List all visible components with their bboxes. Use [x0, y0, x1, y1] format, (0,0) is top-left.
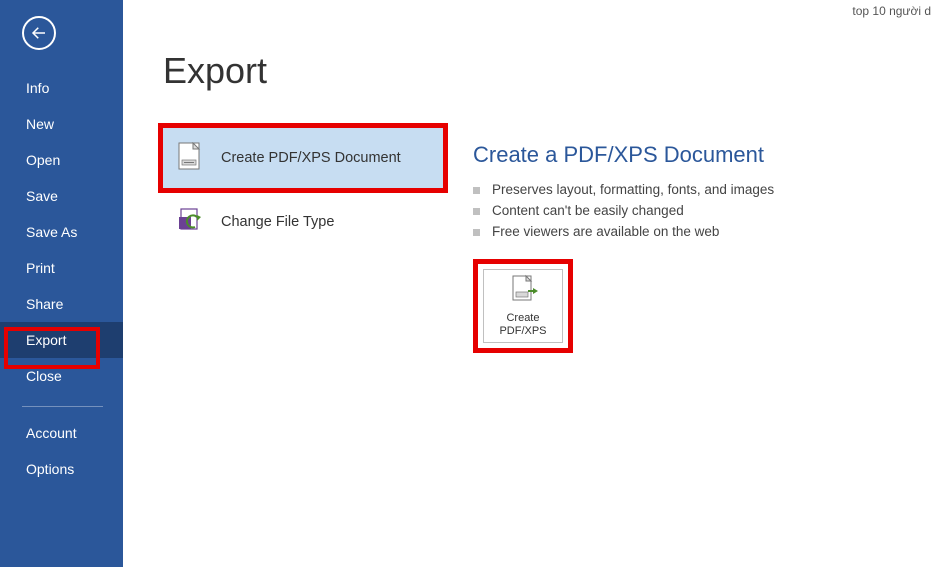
nav-new[interactable]: New — [0, 106, 123, 142]
bullet-item: Content can't be easily changed — [473, 203, 891, 218]
create-pdf-xps-button[interactable]: Create PDF/XPS — [483, 269, 563, 343]
pdf-export-icon — [508, 274, 538, 308]
backstage-sidebar: Info New Open Save Save As Print Share E… — [0, 0, 123, 567]
nav-account[interactable]: Account — [0, 415, 123, 451]
highlight-option-tile — [158, 123, 448, 193]
bullet-item: Free viewers are available on the web — [473, 224, 891, 239]
nav-info[interactable]: Info — [0, 70, 123, 106]
main-pane: Export Create PDF/XPS Document — [123, 0, 931, 567]
back-button[interactable] — [22, 16, 56, 50]
detail-pane: Create a PDF/XPS Document Preserves layo… — [473, 128, 891, 353]
detail-bullets: Preserves layout, formatting, fonts, and… — [473, 182, 891, 239]
option-change-file-type[interactable]: Change File Type — [163, 192, 443, 252]
nav-open[interactable]: Open — [0, 142, 123, 178]
detail-title: Create a PDF/XPS Document — [473, 142, 891, 168]
arrow-left-icon — [30, 24, 48, 42]
nav-list: Info New Open Save Save As Print Share E… — [0, 70, 123, 487]
option-label: Change File Type — [221, 214, 334, 230]
page-title: Export — [163, 50, 891, 92]
export-options: Create PDF/XPS Document Change File Type — [163, 128, 443, 353]
columns: Create PDF/XPS Document Change File Type… — [163, 128, 891, 353]
option-create-pdf-xps[interactable]: Create PDF/XPS Document — [163, 128, 443, 188]
nav-divider — [22, 406, 103, 407]
nav-close[interactable]: Close — [0, 358, 123, 394]
change-file-type-icon — [175, 207, 209, 237]
create-button-label: Create PDF/XPS — [499, 312, 546, 338]
highlight-create-button: Create PDF/XPS — [473, 259, 573, 353]
nav-print[interactable]: Print — [0, 250, 123, 286]
nav-save-as[interactable]: Save As — [0, 214, 123, 250]
bullet-item: Preserves layout, formatting, fonts, and… — [473, 182, 891, 197]
nav-save[interactable]: Save — [0, 178, 123, 214]
nav-export[interactable]: Export — [0, 322, 123, 358]
nav-share[interactable]: Share — [0, 286, 123, 322]
nav-options[interactable]: Options — [0, 451, 123, 487]
